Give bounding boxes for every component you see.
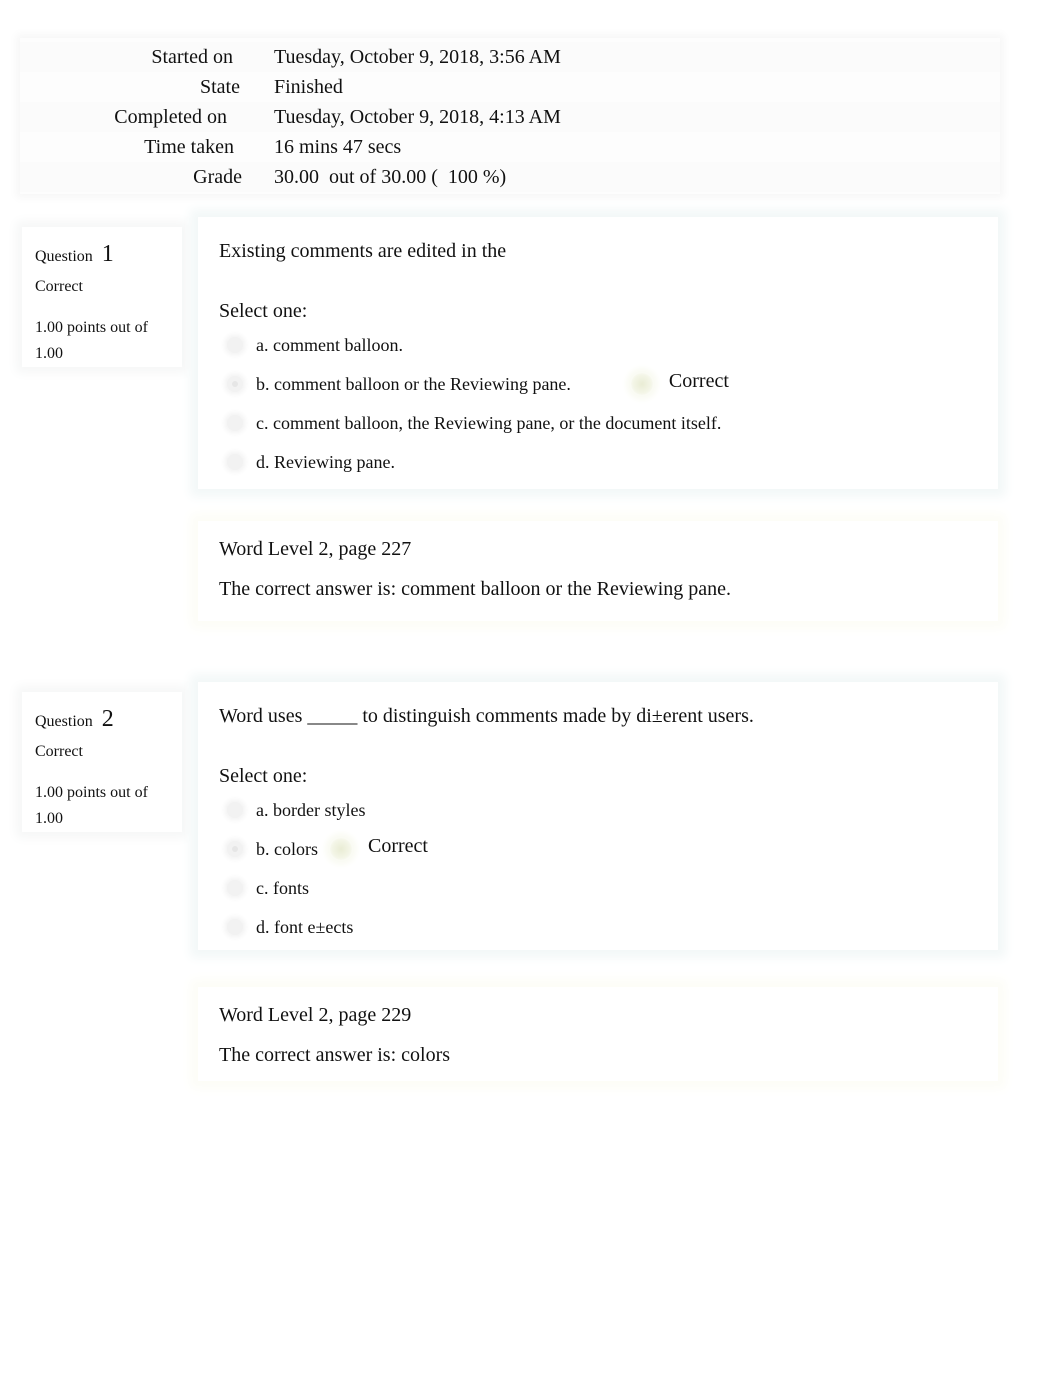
question-info: Question 2 Correct 1.00 points out of 1.0… bbox=[22, 692, 182, 832]
question-number-line: Question 2 bbox=[35, 704, 182, 734]
answer-option-c[interactable]: c. fonts bbox=[219, 870, 998, 909]
question-label: Question bbox=[35, 248, 93, 265]
answer-label: c. comment balloon, the Reviewing pane, … bbox=[256, 413, 722, 433]
answer-label: a. comment balloon. bbox=[256, 335, 403, 355]
question-number-line: Question 1 bbox=[35, 239, 182, 269]
answer-option-b[interactable]: b. colors Correct bbox=[219, 831, 998, 870]
radio-button[interactable] bbox=[227, 919, 243, 935]
answer-option-a[interactable]: a. border styles bbox=[219, 792, 998, 831]
question-formulation: Existing comments are edited in the Sele… bbox=[198, 217, 998, 489]
summary-label: Completed on bbox=[114, 106, 227, 128]
summary-row-state: State Finished bbox=[20, 72, 1000, 102]
answer-option-a[interactable]: a. comment balloon. bbox=[219, 327, 998, 366]
summary-row-completed-on: Completed on Tuesday, October 9, 2018, 4… bbox=[20, 102, 1000, 132]
answer-option-d[interactable]: d. Reviewing pane. bbox=[219, 444, 998, 483]
question-feedback: Word Level 2, page 229 The correct answe… bbox=[198, 987, 998, 1081]
quiz-summary-table: Started on Tuesday, October 9, 2018, 3:5… bbox=[20, 38, 1000, 194]
summary-row-started-on: Started on Tuesday, October 9, 2018, 3:5… bbox=[20, 42, 1000, 72]
radio-button[interactable] bbox=[227, 337, 243, 353]
summary-row-time-taken: Time taken 16 mins 47 secs bbox=[20, 132, 1000, 162]
answer-label: c. fonts bbox=[256, 878, 309, 898]
answer-label: d. Reviewing pane. bbox=[256, 452, 395, 472]
question-grade: 1.00 points out of 1.00 bbox=[35, 319, 148, 362]
radio-button[interactable] bbox=[227, 802, 243, 818]
radio-button[interactable] bbox=[227, 454, 243, 470]
summary-value: 16 mins 47 secs bbox=[274, 136, 402, 158]
summary-label: Time taken bbox=[144, 136, 234, 158]
summary-label: State bbox=[200, 76, 240, 98]
answer-label: d. font e±ects bbox=[256, 917, 354, 937]
select-one-prompt: Select one: bbox=[219, 765, 308, 787]
summary-label: Grade bbox=[193, 166, 242, 188]
general-feedback: Word Level 2, page 227 bbox=[219, 538, 412, 560]
correct-indicator: Correct bbox=[368, 835, 428, 857]
correct-check-icon bbox=[630, 372, 653, 395]
answer-option-c[interactable]: c. comment balloon, the Reviewing pane, … bbox=[219, 405, 998, 444]
summary-value: Finished bbox=[274, 76, 343, 98]
correct-indicator: Correct bbox=[668, 370, 729, 392]
question-grade: 1.00 points out of 1.00 bbox=[35, 784, 148, 827]
correct-check-icon bbox=[330, 837, 352, 860]
summary-value: Tuesday, October 9, 2018, 3:56 AM bbox=[274, 46, 561, 68]
question-label: Question bbox=[35, 713, 93, 730]
question-number: 1 bbox=[101, 241, 114, 267]
summary-label: Started on bbox=[151, 46, 233, 68]
question-feedback: Word Level 2, page 227 The correct answe… bbox=[198, 521, 998, 621]
answer-option-b[interactable]: b. comment balloon or the Reviewing pane… bbox=[219, 366, 998, 405]
radio-button[interactable] bbox=[227, 880, 243, 896]
question-state: Correct bbox=[35, 278, 83, 295]
answer-option-d[interactable]: d. font e±ects bbox=[219, 909, 998, 948]
right-answer: The correct answer is: colors bbox=[219, 1044, 451, 1066]
question-state: Correct bbox=[35, 743, 83, 760]
radio-button-selected[interactable] bbox=[227, 376, 243, 392]
general-feedback: Word Level 2, page 229 bbox=[219, 1004, 412, 1026]
right-answer: The correct answer is: comment balloon o… bbox=[219, 578, 732, 600]
answer-label: b. comment balloon or the Reviewing pane… bbox=[256, 374, 571, 394]
select-one-prompt: Select one: bbox=[219, 300, 308, 322]
summary-value: Tuesday, October 9, 2018, 4:13 AM bbox=[274, 106, 561, 128]
answer-list: a. border styles b. colors Correct c. fon… bbox=[219, 792, 998, 948]
answer-label: b. colors bbox=[256, 839, 318, 859]
radio-button[interactable] bbox=[227, 415, 243, 431]
radio-button-selected[interactable] bbox=[227, 841, 243, 857]
question-formulation: Word uses _____ to distinguish comments … bbox=[198, 682, 998, 950]
question-text: Existing comments are edited in the bbox=[219, 240, 507, 262]
answer-label: a. border styles bbox=[256, 800, 366, 820]
answer-list: a. comment balloon. b. comment balloon o… bbox=[219, 327, 998, 483]
question-text: Word uses _____ to distinguish comments … bbox=[219, 705, 754, 727]
question-info: Question 1 Correct 1.00 points out of 1.0… bbox=[22, 227, 182, 367]
question-number: 2 bbox=[101, 706, 114, 732]
summary-row-grade: Grade 30.00 out of 30.00 ( 100 %) bbox=[20, 162, 1000, 192]
summary-value: 30.00 out of 30.00 ( 100 %) bbox=[274, 166, 507, 188]
